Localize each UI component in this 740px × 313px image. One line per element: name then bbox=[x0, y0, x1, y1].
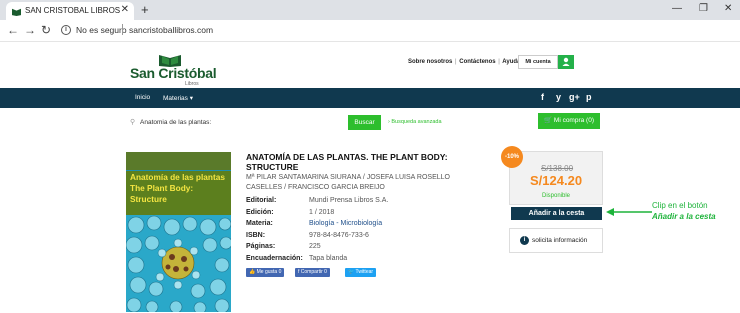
search-icon: ⚲ bbox=[130, 119, 136, 126]
cover-title: Anatomía de las plantas The Plant Body: … bbox=[130, 172, 225, 204]
browser-tab-bar: SAN CRISTOBAL LIBROS ✕ + — ❐ ✕ bbox=[0, 0, 740, 20]
top-links: Sobre nosotros | Contáctenos | Ayuda bbox=[408, 59, 521, 65]
main-navbar: Inicio Materias ▾ f y g+ p bbox=[0, 88, 740, 108]
annotation-line-2: Añadir a la cesta bbox=[652, 212, 716, 221]
new-tab-button[interactable]: + bbox=[141, 2, 149, 17]
cover-cell-image bbox=[126, 215, 231, 312]
cart-button[interactable]: 🛒 Mi compra (0) bbox=[538, 113, 600, 129]
user-icon[interactable] bbox=[558, 55, 574, 69]
facebook-like-button[interactable]: 👍 Me gusta 0 bbox=[246, 268, 285, 277]
book-favicon-icon bbox=[12, 8, 21, 16]
close-window-icon[interactable]: ✕ bbox=[724, 3, 732, 14]
book-cover[interactable]: Anatomía de las plantas The Plant Body: … bbox=[126, 152, 231, 312]
address-bar: ← → ↻ i No es seguro sancristoballibros.… bbox=[0, 20, 740, 42]
link-about[interactable]: Sobre nosotros bbox=[408, 59, 452, 65]
tweet-button[interactable]: 🐦 Twittear bbox=[345, 268, 377, 277]
facebook-icon[interactable]: f bbox=[541, 92, 544, 102]
cart-icon: 🛒 bbox=[544, 117, 553, 124]
link-contact[interactable]: Contáctenos bbox=[459, 59, 495, 65]
info-circle-icon: i bbox=[520, 236, 529, 245]
google-plus-icon[interactable]: g+ bbox=[569, 92, 580, 102]
twitter-icon[interactable]: y bbox=[556, 92, 561, 102]
bird-icon: 🐦 bbox=[348, 269, 355, 275]
book-title: ANATOMÍA DE LAS PLANTAS. THE PLANT BODY:… bbox=[246, 152, 448, 172]
search-input[interactable]: Anatomia de las plantas: bbox=[140, 116, 342, 129]
search-button[interactable]: Buscar bbox=[348, 115, 381, 130]
account-button[interactable]: Mi cuenta bbox=[518, 55, 558, 69]
reload-icon[interactable]: ↻ bbox=[41, 23, 51, 37]
tab-close-icon[interactable]: ✕ bbox=[121, 4, 129, 15]
facebook-share-button[interactable]: f Compartir 0 bbox=[295, 268, 330, 277]
logo-name: San Cristóbal bbox=[130, 65, 217, 81]
url-separator bbox=[122, 24, 123, 35]
site-logo[interactable]: San Cristóbal Libros bbox=[130, 53, 217, 87]
add-to-cart-button[interactable]: Añadir a la cesta bbox=[511, 207, 602, 220]
back-arrow-icon[interactable]: ← bbox=[7, 23, 19, 37]
info-icon[interactable]: i bbox=[61, 25, 71, 35]
forward-arrow-icon[interactable]: → bbox=[24, 23, 36, 37]
browser-tab[interactable]: SAN CRISTOBAL LIBROS ✕ bbox=[6, 2, 134, 20]
old-price: S/138.00 bbox=[541, 164, 574, 173]
minimize-icon[interactable]: — bbox=[672, 3, 682, 14]
nav-subjects-dropdown[interactable]: Materias ▾ bbox=[163, 94, 193, 102]
tab-title: SAN CRISTOBAL LIBROS bbox=[25, 6, 121, 15]
maximize-icon[interactable]: ❐ bbox=[699, 3, 708, 14]
availability-status: Disponible bbox=[542, 193, 571, 199]
logo-subtitle: Libros bbox=[185, 81, 199, 87]
subject-link[interactable]: Biología - Microbiología bbox=[309, 220, 382, 227]
security-label: No es seguro bbox=[76, 25, 127, 35]
discount-badge: -10% bbox=[501, 146, 523, 168]
url-input[interactable]: sancristoballibros.com bbox=[129, 25, 213, 35]
annotation-arrow-icon bbox=[606, 208, 652, 216]
facebook-icon: f bbox=[298, 269, 300, 275]
advanced-search-link[interactable]: › Busqueda avanzada bbox=[388, 119, 442, 125]
book-authors: Mª PILAR SANTAMARINA SIURANA / JOSEFA LU… bbox=[246, 174, 450, 191]
annotation-line-1: Clip en el botón bbox=[652, 201, 708, 210]
nav-home[interactable]: Inicio bbox=[135, 94, 150, 101]
thumbs-up-icon: 👍 bbox=[249, 269, 256, 275]
request-info-label: solicita información bbox=[532, 237, 588, 244]
request-info-button[interactable]: i solicita información bbox=[509, 228, 603, 253]
cover-top-band bbox=[126, 152, 231, 170]
pinterest-icon[interactable]: p bbox=[586, 92, 592, 102]
cart-label: Mi compra (0) bbox=[553, 117, 594, 124]
current-price: S/124.20 bbox=[530, 173, 583, 188]
